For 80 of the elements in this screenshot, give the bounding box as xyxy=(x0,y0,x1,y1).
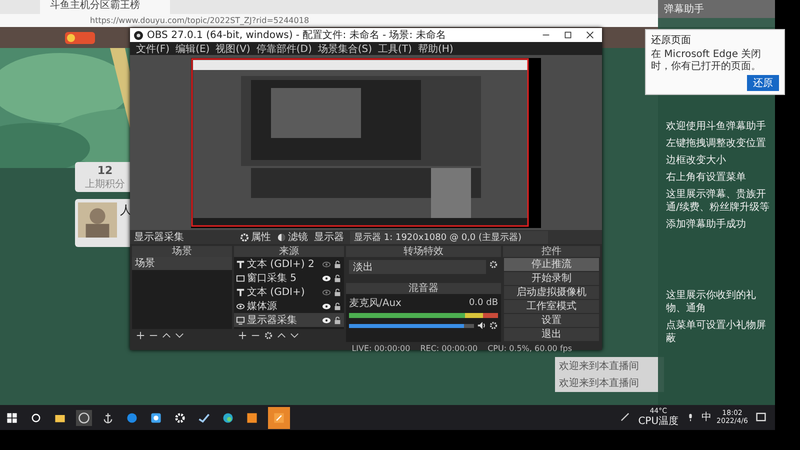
monitor-icon xyxy=(236,316,245,324)
popup-title: 还原页面 xyxy=(651,34,692,47)
source-item[interactable]: 显示器采集 xyxy=(234,313,344,327)
danmaku-line: 右上角有设置菜单 xyxy=(666,171,747,184)
dock-title: 控件 xyxy=(503,246,600,257)
move-up-icon[interactable] xyxy=(277,331,286,340)
obs-logo-icon[interactable] xyxy=(76,410,92,426)
dock-title: 场景 xyxy=(132,246,232,257)
dock-title: 转场特效 xyxy=(346,246,501,257)
control-button[interactable]: 工作室模式 xyxy=(504,300,599,313)
input-method-indicator[interactable]: 中 xyxy=(702,410,712,424)
properties-button[interactable]: 属性 xyxy=(240,230,271,244)
control-button[interactable]: 设置 xyxy=(504,314,599,327)
obs-logo-icon xyxy=(134,30,143,40)
status-text: REC: 00:00:00 xyxy=(420,344,478,353)
source-item[interactable]: 媒体源 xyxy=(234,299,344,313)
popup-message: 在 Microsoft Edge 关闭时，你有已打开的页面。 xyxy=(651,49,762,73)
logo-icon xyxy=(65,32,95,44)
lock-icon[interactable] xyxy=(333,316,342,324)
danmaku-line: 这里展示你收到的礼物、通角 xyxy=(666,289,757,315)
scene-item[interactable]: 场景 xyxy=(132,257,232,270)
source-item[interactable]: 文本 (GDI+) xyxy=(234,285,344,299)
transition-dropdown[interactable]: 淡出 xyxy=(349,260,486,274)
settings-icon[interactable] xyxy=(489,321,498,330)
control-button[interactable]: 退出 xyxy=(504,328,599,341)
eye-icon xyxy=(236,302,245,310)
chat-message: 欢迎来到本直播间 xyxy=(559,376,640,390)
close-icon[interactable] xyxy=(586,31,594,39)
control-button[interactable]: 停止推流 xyxy=(504,258,599,271)
dock-title: 混音器 xyxy=(346,283,501,294)
window-title: 弹幕助手 xyxy=(658,0,775,18)
display-dropdown[interactable]: 显示器 1: 1920x1080 @ 0,0 (主显示器) xyxy=(350,230,548,244)
lock-icon[interactable] xyxy=(333,260,342,268)
window-icon xyxy=(236,274,245,282)
source-label: 媒体源 xyxy=(247,300,278,313)
stat-label: 上期积分 xyxy=(85,178,125,190)
maximize-icon[interactable] xyxy=(564,31,572,39)
control-button[interactable]: 启动虚拟摄像机 xyxy=(504,286,599,299)
app-icon[interactable] xyxy=(268,406,290,428)
move-down-icon[interactable] xyxy=(175,331,184,340)
display-label: 显示器 xyxy=(314,231,344,244)
source-item[interactable]: 文本 (GDI+) 2 xyxy=(234,257,344,271)
cpu-label: CPU温度 xyxy=(638,416,679,428)
danmaku-line: 左键拖拽调整改变位置 xyxy=(666,137,767,150)
chat-message: 欢迎来到本直播间 xyxy=(559,360,640,373)
lock-icon[interactable] xyxy=(333,274,342,282)
source-label: 显示器采集 xyxy=(247,314,298,327)
lock-icon[interactable] xyxy=(333,302,342,310)
status-text: CPU: 0.5%, 60.00 fps xyxy=(488,344,572,353)
lock-icon[interactable] xyxy=(333,288,342,296)
filters-button[interactable]: 滤镜 xyxy=(277,230,308,244)
status-text: LIVE: 00:00:00 xyxy=(352,344,410,353)
danmaku-line: 欢迎使用斗鱼弹幕助手 xyxy=(666,120,767,133)
source-label: 窗口采集 5 xyxy=(247,272,298,285)
gear-icon xyxy=(240,232,249,242)
window-title: OBS 27.0.1 (64-bit, windows) - 配置文件: 未命名 - 场景: 未命名 xyxy=(147,28,447,42)
add-icon[interactable] xyxy=(238,331,247,340)
source-item[interactable]: 窗口采集 5 xyxy=(234,271,344,285)
move-up-icon[interactable] xyxy=(162,331,171,340)
channel-name: 麦克风/Aux xyxy=(349,296,402,310)
danmaku-line: 边框改变大小 xyxy=(666,154,727,167)
address-field[interactable]: https://www.douyu.com/topic/2022ST_ZJ?rid=5244018 xyxy=(90,16,310,25)
text-icon xyxy=(236,288,245,296)
danmaku-line: 添加弹幕助手成功 xyxy=(666,218,747,231)
danmaku-line: 点菜单可设置小礼物屏蔽 xyxy=(666,319,767,345)
settings-icon[interactable] xyxy=(264,331,273,340)
dock-title: 来源 xyxy=(234,246,344,257)
source-name: 显示器采集 xyxy=(134,230,185,244)
restore-button[interactable]: 还原 xyxy=(747,75,779,91)
speaker-icon[interactable] xyxy=(477,321,486,330)
text-icon xyxy=(236,260,245,268)
channel-reading: 0.0 dB xyxy=(468,298,498,308)
source-label: 文本 (GDI+) 2 xyxy=(247,258,316,271)
source-label: 文本 (GDI+) xyxy=(247,286,306,299)
danmaku-line: 这里展示弹幕、贵族开通/续费、粉丝牌升级等 xyxy=(666,188,770,214)
move-down-icon[interactable] xyxy=(290,331,299,340)
settings-icon[interactable] xyxy=(489,260,498,269)
control-button[interactable]: 开始录制 xyxy=(504,272,599,285)
half-circle-icon xyxy=(277,232,286,242)
add-icon[interactable] xyxy=(136,331,145,340)
